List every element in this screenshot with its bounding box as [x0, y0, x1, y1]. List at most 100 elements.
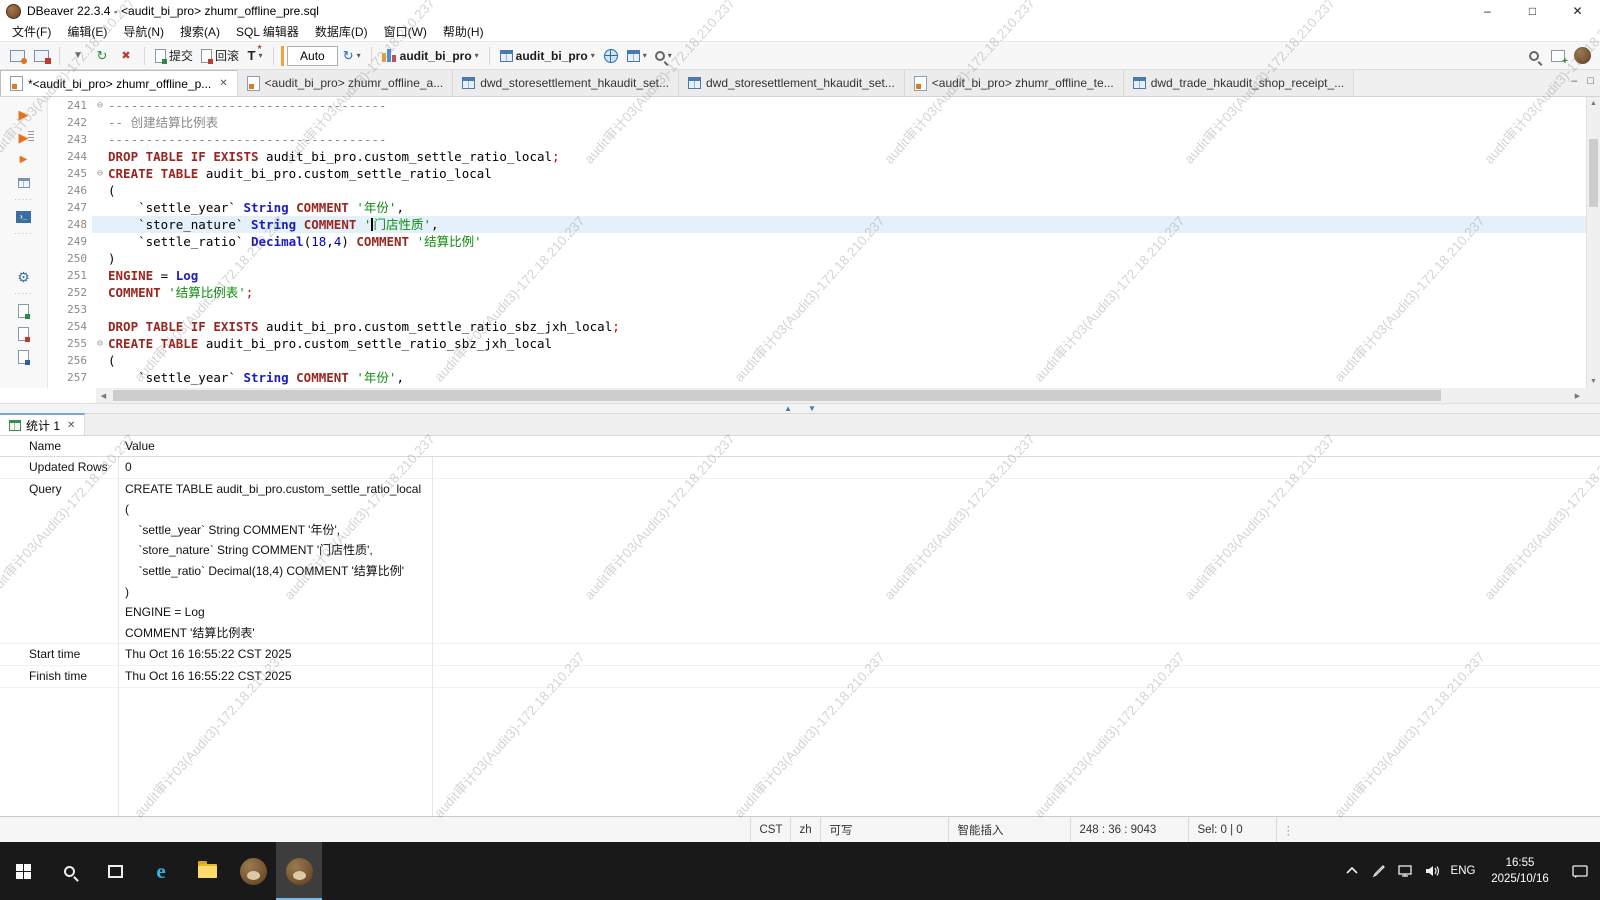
save-file-icon[interactable] — [14, 348, 34, 366]
scroll-right-icon[interactable]: ▶ — [1570, 388, 1585, 403]
cancel-execution-icon[interactable]: ✖ — [115, 45, 137, 67]
editor-tab[interactable]: dwd_trade_hkaudit_shop_receipt_... — [1123, 70, 1355, 96]
minimize-window-icon[interactable]: – — [1465, 0, 1510, 22]
code-line[interactable]: 242 -- 创建结算比例表 — [48, 114, 1586, 131]
scroll-up-icon[interactable]: ▲ — [1587, 97, 1600, 110]
code-line[interactable]: 241 ⊖ ------------------------------------… — [48, 97, 1586, 114]
code-line[interactable]: 244 DROP TABLE IF EXISTS audit_bi_pro.cus… — [48, 148, 1586, 165]
start-button[interactable] — [0, 842, 46, 900]
column-header-value[interactable]: Value — [118, 439, 432, 453]
execute-new-tab-icon[interactable]: ▶ — [14, 151, 34, 169]
status-selection[interactable]: Sel: 0 | 0 — [1187, 817, 1276, 842]
minimize-editor-icon[interactable]: – — [1571, 75, 1577, 87]
code-line[interactable]: 248 `store_nature` String COMMENT ' 门店性质'… — [48, 216, 1586, 233]
menu-item[interactable]: 文件(F) — [4, 23, 59, 40]
vertical-scroll-thumb[interactable] — [1589, 139, 1598, 207]
quick-search-button[interactable] — [1523, 45, 1545, 67]
code-line[interactable]: 249 `settle_ratio` Decimal(18,4) COMMENT… — [48, 233, 1586, 250]
dbeaver-taskbar-button-active[interactable] — [276, 842, 322, 900]
code-line[interactable]: 245 ⊖ CREATE TABLE audit_bi_pro.custom_set… — [48, 165, 1586, 182]
menu-item[interactable]: SQL 编辑器 — [228, 23, 307, 40]
code-line[interactable]: 247 `settle_year` String COMMENT '年份', — [48, 199, 1586, 216]
schema-selector[interactable]: audit_bi_pro ▾ — [497, 45, 598, 67]
rollback-button[interactable]: 回滚 — [198, 45, 242, 67]
code-line[interactable]: 251 ENGINE = Log — [48, 267, 1586, 284]
stats-row[interactable]: Query CREATE TABLE audit_bi_pro.custom_se… — [0, 479, 1600, 645]
input-language[interactable]: ENG — [1446, 842, 1480, 900]
task-view-button[interactable] — [92, 842, 138, 900]
er-diagram-button[interactable]: ▾ — [624, 45, 650, 67]
transaction-log-button[interactable]: T ▾ — [244, 44, 266, 67]
column-header-name[interactable]: Name — [0, 436, 118, 456]
hidden-icons-chevron[interactable] — [1338, 842, 1365, 900]
validate-script-icon[interactable] — [14, 325, 34, 343]
taskbar-clock[interactable]: 16:55 2025/10/16 — [1480, 855, 1560, 887]
code-line[interactable]: 246 ( — [48, 182, 1586, 199]
menu-item[interactable]: 导航(N) — [115, 23, 172, 40]
collapse-down-icon[interactable]: ▼ — [808, 404, 816, 413]
execute-script-icon[interactable]: ▶ — [14, 128, 34, 146]
file-explorer-button[interactable] — [184, 842, 230, 900]
editor-tab[interactable]: *<audit_bi_pro> zhumr_offline_p... ✕ — [0, 70, 238, 96]
code-line[interactable]: 243 ------------------------------------- — [48, 131, 1586, 148]
horizontal-scrollbar[interactable] — [111, 388, 1570, 403]
status-insert-mode[interactable]: 智能插入 — [947, 817, 1070, 842]
editor-tab[interactable]: dwd_storesettlement_hkaudit_set... — [679, 70, 905, 96]
refresh-connection-icon[interactable]: ↻ — [91, 45, 113, 67]
vertical-scrollbar[interactable]: ▲ ▼ — [1586, 97, 1600, 388]
code-line[interactable]: 252 COMMENT '结算比例表'; — [48, 284, 1586, 301]
code-line[interactable]: 254 DROP TABLE IF EXISTS audit_bi_pro.cus… — [48, 318, 1586, 335]
taskbar-search-button[interactable] — [46, 842, 92, 900]
open-perspective-button[interactable] — [1547, 45, 1569, 67]
export-data-icon[interactable] — [14, 302, 34, 320]
maximize-window-icon[interactable]: □ — [1510, 0, 1555, 22]
fold-collapse-icon[interactable]: ⊖ — [92, 97, 108, 114]
maximize-editor-icon[interactable]: □ — [1587, 75, 1594, 87]
volume-icon[interactable] — [1419, 842, 1446, 900]
code-line[interactable]: 256 ( — [48, 352, 1586, 369]
fold-collapse-icon[interactable]: ⊖ — [92, 165, 108, 182]
internet-explorer-button[interactable]: e — [138, 842, 184, 900]
status-writable[interactable]: 可写 — [819, 817, 948, 842]
sql-console-icon[interactable]: ›_ — [14, 208, 34, 226]
status-timezone[interactable]: CST — [749, 817, 790, 842]
code-area[interactable]: 241 ⊖ ------------------------------------… — [48, 97, 1586, 388]
close-tab-icon[interactable]: ✕ — [219, 78, 227, 89]
collapse-up-icon[interactable]: ▲ — [784, 404, 792, 413]
explain-plan-icon[interactable] — [14, 174, 34, 192]
editor-tab[interactable]: <audit_bi_pro> zhumr_offline_a... — [237, 70, 454, 96]
menu-item[interactable]: 搜索(A) — [172, 23, 228, 40]
stats-row[interactable]: Finish time Thu Oct 16 16:55:22 CST 2025 — [0, 666, 1600, 688]
network-profile-button[interactable] — [600, 45, 622, 67]
panel-splitter[interactable]: ▲ ▼ — [0, 403, 1600, 414]
code-line[interactable]: 253 — [48, 301, 1586, 318]
statusbar-overflow-icon[interactable]: ⋮ — [1275, 817, 1301, 842]
commit-button[interactable]: 提交 — [152, 45, 196, 67]
database-selector[interactable]: audit_bi_pro ▾ — [379, 45, 482, 67]
menu-item[interactable]: 数据库(D) — [307, 23, 376, 40]
status-cursor-position[interactable]: 248 : 36 : 9043 — [1069, 817, 1188, 842]
transaction-mode-select[interactable]: Auto — [287, 45, 338, 66]
refresh-settings-button[interactable]: ↻ ▾ — [340, 45, 364, 67]
new-sql-editor-icon[interactable] — [30, 45, 52, 67]
search-button[interactable]: ▾ — [652, 45, 675, 67]
menu-item[interactable]: 窗口(W) — [376, 23, 435, 40]
column-divider[interactable] — [432, 436, 433, 816]
status-language[interactable]: zh — [789, 817, 820, 842]
scroll-left-icon[interactable]: ◀ — [96, 388, 111, 403]
close-window-icon[interactable]: ✕ — [1555, 0, 1600, 22]
dbeaver-taskbar-button[interactable] — [230, 842, 276, 900]
execute-statement-icon[interactable]: ▶ — [14, 105, 34, 123]
save-all-icon[interactable]: ▼ — [67, 45, 89, 67]
action-center-button[interactable] — [1560, 842, 1600, 900]
menu-item[interactable]: 帮助(H) — [435, 23, 492, 40]
stats-row[interactable]: Start time Thu Oct 16 16:55:22 CST 2025 — [0, 644, 1600, 666]
code-line[interactable]: 250) — [48, 250, 1586, 267]
close-tab-icon[interactable]: ✕ — [67, 420, 75, 431]
scroll-down-icon[interactable]: ▼ — [1587, 375, 1600, 388]
editor-tab[interactable]: <audit_bi_pro> zhumr_offline_te... — [904, 70, 1124, 96]
column-divider[interactable] — [118, 436, 119, 816]
settings-gear-icon[interactable]: ⚙ — [14, 268, 34, 286]
network-icon[interactable] — [1392, 842, 1419, 900]
stats-row[interactable]: Updated Rows 0 — [0, 457, 1600, 479]
